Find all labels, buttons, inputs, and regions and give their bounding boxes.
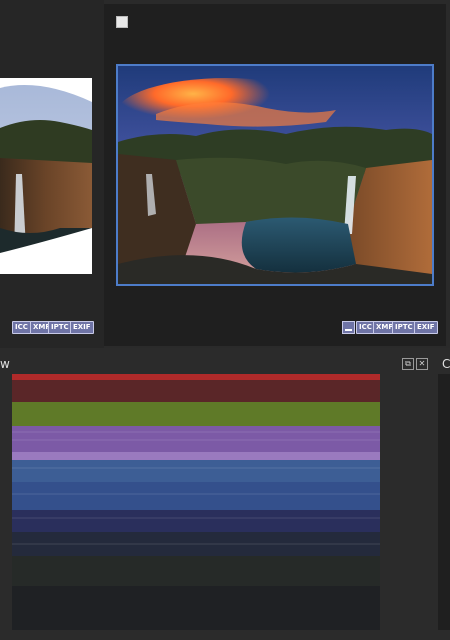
- hidden-file-icon[interactable]: [342, 321, 355, 334]
- selection-checkbox[interactable]: [116, 16, 128, 28]
- icc-badge[interactable]: ICC: [12, 321, 31, 334]
- iptc-badge[interactable]: IPTC: [48, 321, 72, 334]
- waveform-graphic: [12, 374, 380, 630]
- thumbnail-image-selected[interactable]: [116, 64, 434, 286]
- side-panel: Ca: [432, 348, 450, 640]
- exif-badge[interactable]: EXIF: [70, 321, 94, 334]
- waveform-plot: [12, 374, 380, 630]
- exif-badge[interactable]: EXIF: [414, 321, 438, 334]
- thumbnail-cell-selected[interactable]: ICC XMP IPTC EXIF: [104, 4, 446, 346]
- panel-title: w: [0, 357, 10, 371]
- thumbnail-image-left[interactable]: [0, 78, 92, 274]
- float-panel-icon[interactable]: ⧉: [402, 358, 414, 370]
- side-panel-list[interactable]: [438, 374, 450, 630]
- side-panel-title: Ca: [442, 357, 450, 371]
- close-panel-icon[interactable]: ✕: [416, 358, 428, 370]
- thumbnail-cell-left[interactable]: ICC XMP IPTC EXIF: [0, 0, 104, 348]
- iptc-badge[interactable]: IPTC: [392, 321, 416, 334]
